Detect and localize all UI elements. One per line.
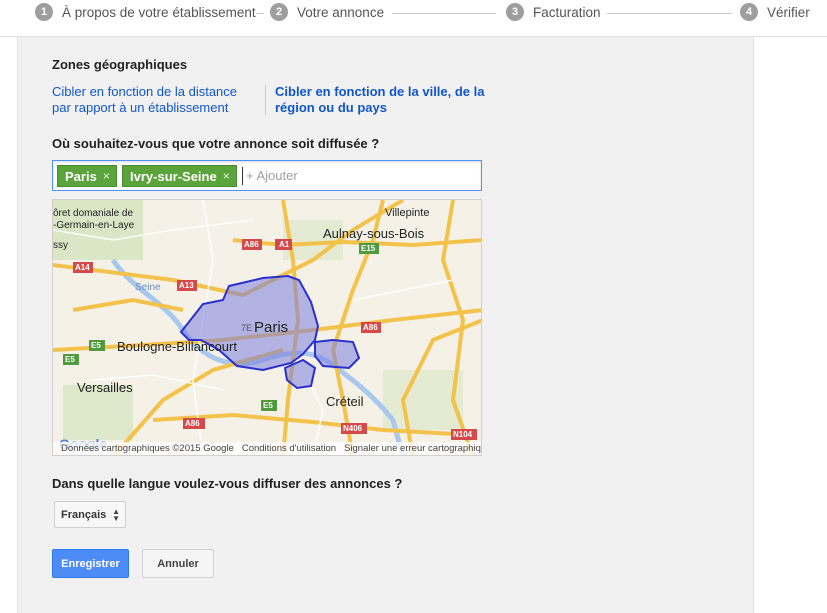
map-label: Aulnay-sous-Bois: [323, 226, 425, 241]
map-label: Créteil: [326, 394, 364, 409]
step-ad[interactable]: 2 Votre annonce: [270, 3, 384, 21]
road-badge: E5: [65, 355, 75, 364]
language-selected: Français: [61, 508, 107, 521]
step-label: Facturation: [533, 4, 601, 20]
map-copyright: Données cartographiques ©2015 Google: [61, 443, 234, 454]
chip-remove-icon[interactable]: ×: [223, 169, 230, 183]
step-verify[interactable]: 4 Vérifier: [740, 3, 810, 21]
chip-label: Paris: [65, 168, 97, 184]
map-label: 7E: [241, 323, 252, 333]
cancel-button[interactable]: Annuler: [142, 549, 214, 578]
add-location-field[interactable]: + Ajouter: [242, 167, 298, 185]
progress-stepper: 1 À propos de votre établissement 2 Votr…: [0, 0, 827, 28]
location-chip-paris: Paris ×: [57, 165, 117, 187]
targeted-region-east: [314, 338, 361, 370]
step-connector: [607, 13, 732, 14]
step-billing[interactable]: 3 Facturation: [506, 3, 601, 21]
select-arrows-icon: ▲ ▼: [112, 507, 120, 523]
step-label: Votre annonce: [297, 4, 385, 20]
step-label: À propos de votre établissement: [62, 4, 256, 20]
road: [72, 297, 184, 312]
step-number: 3: [506, 3, 524, 21]
map-report-link[interactable]: Signaler une erreur cartographique: [344, 443, 481, 454]
map-label: Versailles: [77, 380, 133, 395]
map-label: -Germain-en-Laye: [53, 220, 135, 231]
chip-remove-icon[interactable]: ×: [103, 169, 110, 183]
target-divider: [265, 85, 266, 115]
language-question: Dans quelle langue voulez-vous diffuser …: [52, 476, 403, 491]
location-chip-ivry: Ivry-sur-Seine ×: [122, 165, 237, 187]
location-input[interactable]: Paris × Ivry-sur-Seine × + Ajouter: [52, 160, 482, 191]
road-badge: A14: [75, 263, 90, 272]
road-badge: N104: [453, 430, 473, 439]
map-terms-link[interactable]: Conditions d'utilisation: [242, 443, 336, 454]
road-badge: A86: [244, 240, 259, 249]
language-select[interactable]: Français ▲ ▼: [54, 501, 126, 528]
road-badge: N406: [343, 424, 363, 433]
map-label: Paris: [254, 319, 288, 336]
road-badge: E5: [91, 341, 101, 350]
map-canvas: A86 A1 E15 A14 A13 A86 E5 E5 E5 A86 N406…: [53, 200, 481, 455]
step-connector: [256, 13, 264, 14]
target-by-distance-link[interactable]: Cibler en fonction de la distance par ra…: [52, 84, 252, 116]
map-label: ssy: [53, 240, 68, 251]
road-badge: A86: [185, 419, 200, 428]
map-label: Villepinte: [385, 207, 429, 219]
road: [352, 279, 454, 301]
road-badge: E5: [263, 401, 273, 410]
road-badge: A1: [279, 240, 290, 249]
step-number: 2: [270, 3, 288, 21]
step-label: Vérifier: [767, 4, 810, 20]
step-number: 4: [740, 3, 758, 21]
section-title: Zones géographiques: [52, 57, 188, 72]
map-label: ôret domaniale de: [53, 208, 133, 219]
road-badge: E15: [361, 244, 376, 253]
map-label: Seine: [135, 282, 161, 293]
chip-label: Ivry-sur-Seine: [130, 168, 217, 184]
target-by-city-link[interactable]: Cibler en fonction de la ville, de la ré…: [275, 84, 485, 116]
save-button[interactable]: Enregistrer: [52, 549, 129, 578]
locations-question: Où souhaitez-vous que votre annonce soit…: [52, 136, 380, 151]
map-footer: Données cartographiques ©2015 Google Con…: [53, 442, 481, 455]
step-about[interactable]: 1 À propos de votre établissement: [35, 3, 256, 21]
road-badge: A86: [363, 323, 378, 332]
step-number: 1: [35, 3, 53, 21]
map-label: Boulogne-Billancourt: [117, 339, 237, 354]
step-connector: [392, 13, 496, 14]
road-badge: A13: [179, 281, 194, 290]
map-view[interactable]: A86 A1 E15 A14 A13 A86 E5 E5 E5 A86 N406…: [52, 199, 482, 456]
